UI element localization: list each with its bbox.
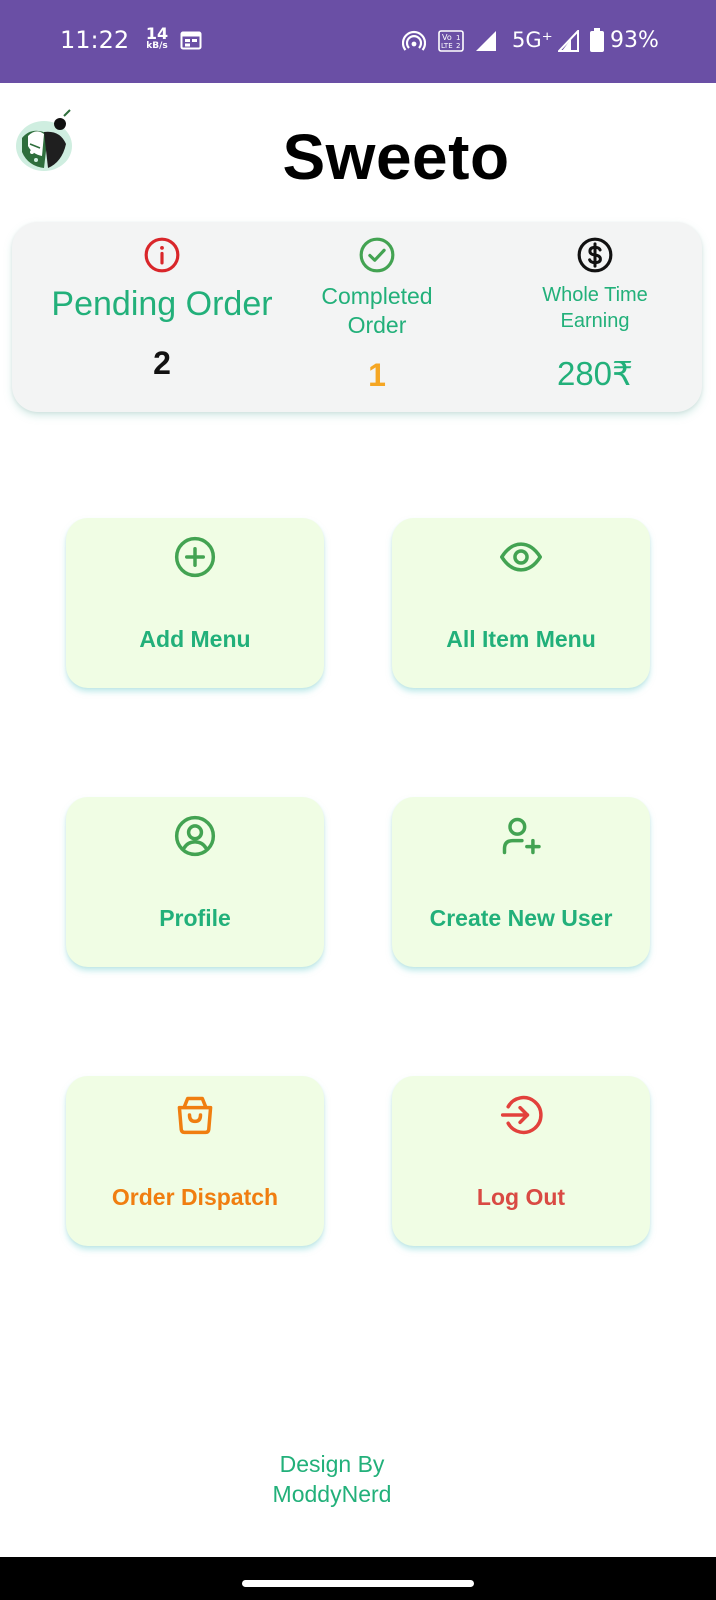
battery-percentage: 93% <box>610 28 659 53</box>
pending-order-label: Pending Order <box>51 285 273 323</box>
signal-strength-icon <box>476 31 496 51</box>
completed-order-label-line2: Order <box>347 312 407 339</box>
svg-text:2: 2 <box>456 42 460 50</box>
svg-text:LTE: LTE <box>441 42 453 50</box>
completed-order-label-line1: Completed <box>321 283 433 309</box>
network-speed-value: 14 <box>145 24 169 43</box>
network-type: 5G⁺ <box>512 28 553 52</box>
all-item-menu-label: All Item Menu <box>446 626 596 652</box>
gesture-handle[interactable] <box>242 1580 474 1587</box>
network-speed-unit: kB/s <box>146 41 168 51</box>
dollar-circle-icon <box>577 237 613 273</box>
log-out-button[interactable]: Log Out <box>392 1076 650 1246</box>
all-item-menu-button[interactable]: All Item Menu <box>392 518 650 688</box>
app-logo <box>16 109 72 171</box>
svg-text:1: 1 <box>456 34 460 42</box>
whole-time-earning-stat: Whole Time Earning 280₹ <box>500 236 690 393</box>
whole-time-earning-label: Whole Time Earning <box>500 282 690 334</box>
plus-circle-icon <box>174 536 216 578</box>
eye-icon <box>500 542 542 572</box>
shopping-bag-icon <box>177 1096 213 1135</box>
footer-line2: ModdyNerd <box>272 1480 392 1507</box>
profile-button[interactable]: Profile <box>66 797 324 967</box>
info-circle-icon <box>144 237 180 273</box>
footer-line1: Design By <box>279 1451 385 1477</box>
user-circle-icon <box>174 815 216 857</box>
logout-icon <box>500 1095 543 1135</box>
status-time: 11:22 <box>60 26 130 54</box>
pending-order-stat: Pending Order 2 <box>12 236 312 382</box>
check-circle-icon <box>359 237 395 273</box>
add-menu-label: Add Menu <box>139 626 251 652</box>
earning-label-line1: Whole Time <box>542 284 648 306</box>
svg-text:Vo: Vo <box>442 33 452 42</box>
calendar-icon <box>180 31 202 50</box>
order-dispatch-label: Order Dispatch <box>111 1184 279 1210</box>
footer-credit: Design By ModdyNerd <box>232 1450 432 1510</box>
profile-label: Profile <box>159 905 231 931</box>
system-navigation-bar <box>0 1557 716 1600</box>
create-new-user-label: Create New User <box>429 905 613 931</box>
volte-icon: Vo LTE 1 2 <box>438 30 464 52</box>
network-speed: 14 kB/s <box>144 26 170 51</box>
user-plus-icon <box>502 817 541 855</box>
order-dispatch-button[interactable]: Order Dispatch <box>66 1076 324 1246</box>
battery-icon <box>590 28 604 52</box>
whole-time-earning-value: 280₹ <box>556 355 634 392</box>
completed-order-count: 1 <box>368 356 386 393</box>
pending-order-count: 2 <box>153 345 171 382</box>
signal-strength-icon-2 <box>558 30 579 52</box>
earning-label-line2: Earning <box>560 310 630 332</box>
log-out-label: Log Out <box>476 1184 566 1210</box>
completed-order-stat: Completed Order 1 <box>302 236 452 394</box>
app-title: Sweeto <box>282 121 510 193</box>
create-new-user-button[interactable]: Create New User <box>392 797 650 967</box>
hotspot-icon <box>402 30 426 51</box>
order-stats-card: Pending Order 2 Completed Order 1 Whole … <box>12 222 702 412</box>
status-bar: 11:22 14 kB/s Vo LTE 1 2 5G⁺ 93% <box>0 0 716 83</box>
add-menu-button[interactable]: Add Menu <box>66 518 324 688</box>
completed-order-label: Completed Order <box>302 282 452 341</box>
